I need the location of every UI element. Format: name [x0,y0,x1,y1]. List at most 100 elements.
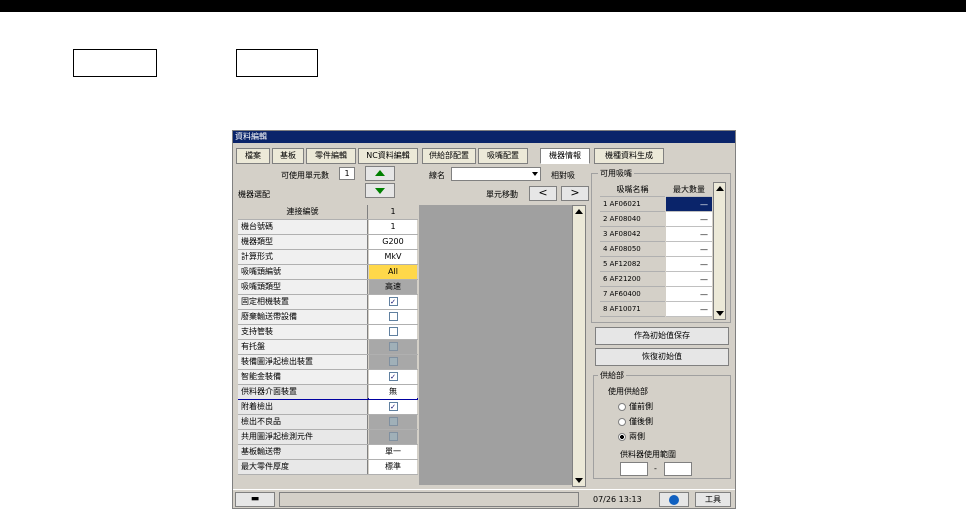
tab-nc-edit[interactable]: NC資料編輯 [358,148,418,164]
tab-file[interactable]: 檔案 [236,148,270,164]
row-value[interactable]: 高速 [369,280,417,294]
checkbox[interactable] [388,357,398,366]
table-row: 智能金裝備 ✓ [238,370,418,385]
compare-button[interactable]: 相對吸 [551,170,575,181]
list-item[interactable]: 6 AF21200— [596,272,726,287]
tab-board[interactable]: 基板 [272,148,304,164]
list-item[interactable]: 5 AF12082— [596,257,726,272]
row-value[interactable] [369,430,417,444]
units-value[interactable]: 1 [339,167,355,180]
row-value[interactable] [369,415,417,429]
row-value[interactable]: MkV [369,250,417,264]
row-value[interactable] [369,340,417,354]
tab-feeder-layout[interactable]: 供給部配置 [422,148,476,164]
globe-button[interactable] [659,492,689,507]
line-name-select[interactable] [451,167,541,181]
tab-nozzle-layout[interactable]: 吸嘴配置 [478,148,528,164]
nozzle-group-label: 可用吸嘴 [598,168,634,179]
list-item[interactable]: 7 AF60400— [596,287,726,302]
row-label: 吸嘴頭編號 [238,265,368,279]
range-start-input[interactable] [620,462,648,476]
table-row: 檢出不良品 [238,415,418,430]
list-item[interactable]: 3 AF08042— [596,227,726,242]
row-value[interactable]: ✓ [369,400,417,414]
row-value[interactable]: 單一 [369,445,417,459]
range-end-input[interactable] [664,462,692,476]
row-value[interactable] [369,325,417,339]
list-item[interactable]: 4 AF08050— [596,242,726,257]
checkbox[interactable]: ✓ [388,402,398,411]
tab-machine-info[interactable]: 機器情報 [540,148,590,164]
checkbox[interactable] [388,342,398,351]
nozzle-max[interactable]: — [666,227,712,242]
feeder-group-label: 供給部 [598,370,626,381]
radio-front-only[interactable]: 僅前側 [618,401,653,412]
nozzle-name: 3 AF08042 [600,227,665,242]
scroll-up-icon [714,186,725,191]
outline-box-right [236,49,318,77]
row-label: 附着檢出 [238,400,368,414]
table-row: 供料器介面裝置無 [238,385,418,400]
table-row: 共用圖淨起檢測元件 [238,430,418,445]
dropdown-arrow-icon [532,172,538,176]
row-value[interactable]: 無 [369,385,417,399]
row-label: 智能金裝備 [238,370,368,384]
scroll-up-icon [573,209,585,214]
row-value[interactable]: 1 [369,220,417,234]
row-label: 固定相機裝置 [238,295,368,309]
printer-button[interactable]: ▬ [235,492,275,507]
globe-icon [669,495,679,505]
checkbox[interactable] [388,432,398,441]
move-left-button[interactable]: < [529,186,557,201]
nozzle-max[interactable]: — [666,287,712,302]
table-row: 基板輸送帶 單一 [238,445,418,460]
radio-both-sides[interactable]: 兩側 [618,431,645,442]
table-row: 機台號碼 1 [238,220,418,235]
list-item[interactable]: 2 AF08040— [596,212,726,227]
nozzle-col-name: 吸嘴名稱 [600,182,665,197]
radio-icon [618,402,626,411]
use-feeder-label: 使用供給部 [608,387,648,396]
down-arrow-button[interactable] [365,183,395,198]
tab-part-edit[interactable]: 零件編輯 [306,148,356,164]
row-value[interactable] [369,355,417,369]
table-row: 吸嘴頭類型 高速 [238,280,418,295]
save-initial-button[interactable]: 作為初始值保存 [595,327,729,345]
grid-scrollbar[interactable] [572,205,586,487]
feeder-group: 供給部 使用供給部 僅前側 僅後側 兩側 供料器使用範圍 - [593,370,731,479]
checkbox[interactable]: ✓ [388,372,398,381]
grid-header-key: 連接編號 [238,205,368,219]
tools-button[interactable]: 工具 [695,492,731,507]
row-label: 機台號碼 [238,220,368,234]
list-item[interactable]: 1 AF06021— [596,197,726,212]
row-value[interactable] [369,310,417,324]
radio-rear-only[interactable]: 僅後側 [618,416,653,427]
nozzle-max[interactable]: — [666,257,712,272]
row-label: 有托盤 [238,340,368,354]
checkbox[interactable] [388,417,398,426]
move-right-button[interactable]: > [561,186,589,201]
units-label: 可使用單元數 [281,171,329,180]
nozzle-max[interactable]: — [666,272,712,287]
nozzle-max[interactable]: — [666,197,712,212]
checkbox[interactable]: ✓ [388,297,398,306]
checkbox[interactable] [388,312,398,321]
list-item[interactable]: 8 AF10071— [596,302,726,317]
table-row: 廢棄輸送帶設備 [238,310,418,325]
checkbox[interactable] [388,327,398,336]
row-label: 共用圖淨起檢測元件 [238,430,368,444]
nozzle-scrollbar[interactable] [713,182,726,320]
row-value[interactable]: G200 [369,235,417,249]
nozzle-max[interactable]: — [666,242,712,257]
row-value[interactable]: All [369,265,417,279]
row-value[interactable]: 標準 [369,460,417,474]
row-value[interactable]: ✓ [369,370,417,384]
row-value[interactable]: ✓ [369,295,417,309]
nozzle-max[interactable]: — [666,302,712,317]
nozzle-max[interactable]: — [666,212,712,227]
restore-initial-button[interactable]: 恢復初始值 [595,348,729,366]
nozzle-list: 吸嘴名稱 最大數量 1 AF06021—2 AF08040—3 AF08042—… [596,182,726,321]
up-arrow-button[interactable] [365,166,395,181]
tab-model-data-gen[interactable]: 機種資料生成 [594,148,664,164]
table-row: 有托盤 [238,340,418,355]
